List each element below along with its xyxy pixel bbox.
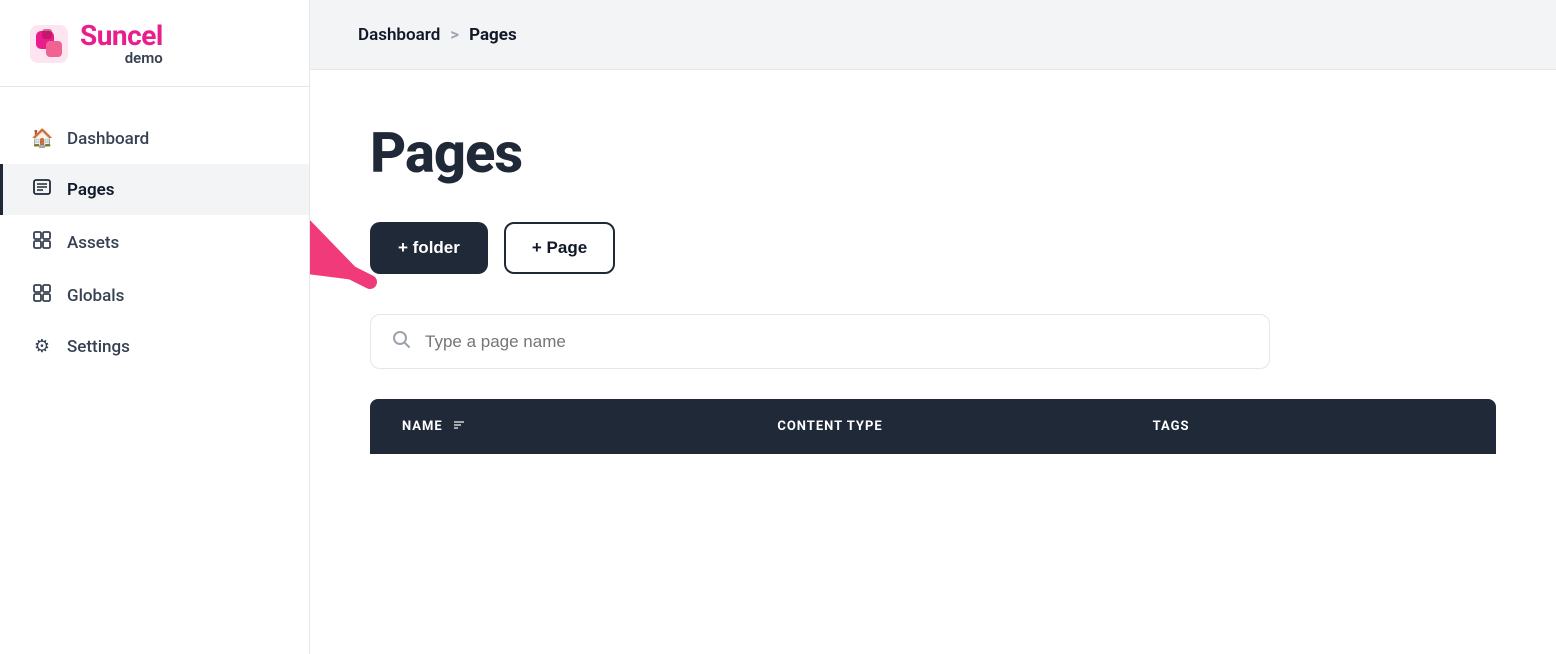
- suncel-logo-icon: [28, 23, 70, 65]
- globals-icon: [31, 283, 53, 308]
- add-page-button[interactable]: + Page: [504, 222, 615, 274]
- sidebar-item-globals-label: Globals: [67, 286, 124, 306]
- content-area: Pages + folder + Page: [310, 70, 1556, 654]
- search-icon: [391, 329, 411, 354]
- search-input[interactable]: [425, 332, 1249, 352]
- topbar: Dashboard > Pages: [310, 0, 1556, 70]
- page-title: Pages: [370, 120, 1496, 186]
- sidebar-item-settings[interactable]: ⚙ Settings: [0, 323, 309, 370]
- sidebar-item-assets[interactable]: Assets: [0, 217, 309, 268]
- home-icon: 🏠: [31, 128, 53, 149]
- col-content-type-label: CONTENT TYPE: [777, 419, 882, 434]
- search-bar[interactable]: [370, 314, 1270, 369]
- breadcrumb: Dashboard > Pages: [358, 25, 517, 45]
- table-col-content-type: CONTENT TYPE: [745, 417, 1120, 436]
- sidebar-item-pages[interactable]: Pages: [0, 164, 309, 215]
- col-tags-label: TAGS: [1153, 419, 1190, 434]
- logo-demo: demo: [80, 51, 163, 66]
- sort-icon[interactable]: [451, 417, 467, 436]
- settings-icon: ⚙: [31, 336, 53, 357]
- sidebar-item-dashboard-label: Dashboard: [67, 129, 149, 149]
- breadcrumb-separator: >: [450, 25, 459, 45]
- add-folder-button[interactable]: + folder: [370, 222, 488, 274]
- sidebar-item-assets-label: Assets: [67, 233, 119, 253]
- sidebar-nav: 🏠 Dashboard Pages: [0, 87, 309, 370]
- sidebar: Suncel demo 🏠 Dashboard Pages: [0, 0, 310, 654]
- table-col-tags: TAGS: [1121, 417, 1496, 436]
- logo-area: Suncel demo: [0, 0, 309, 87]
- sidebar-item-dashboard[interactable]: 🏠 Dashboard: [0, 115, 309, 162]
- col-name-label: NAME: [402, 419, 443, 434]
- main-area: Dashboard > Pages Pages + folder + Page: [310, 0, 1556, 654]
- action-row: + folder + Page: [370, 222, 1496, 314]
- pages-icon: [31, 177, 53, 202]
- logo-text: Suncel demo: [80, 22, 163, 66]
- table-header: NAME CONTENT TYPE TAGS: [370, 399, 1496, 454]
- action-buttons: + folder + Page: [370, 222, 615, 274]
- breadcrumb-current: Pages: [469, 25, 517, 45]
- sidebar-item-globals[interactable]: Globals: [0, 270, 309, 321]
- breadcrumb-parent: Dashboard: [358, 25, 440, 45]
- table-col-name: NAME: [370, 417, 745, 436]
- sidebar-item-settings-label: Settings: [67, 337, 130, 357]
- sidebar-item-pages-label: Pages: [67, 180, 115, 200]
- assets-icon: [31, 230, 53, 255]
- logo-name: Suncel: [80, 22, 163, 50]
